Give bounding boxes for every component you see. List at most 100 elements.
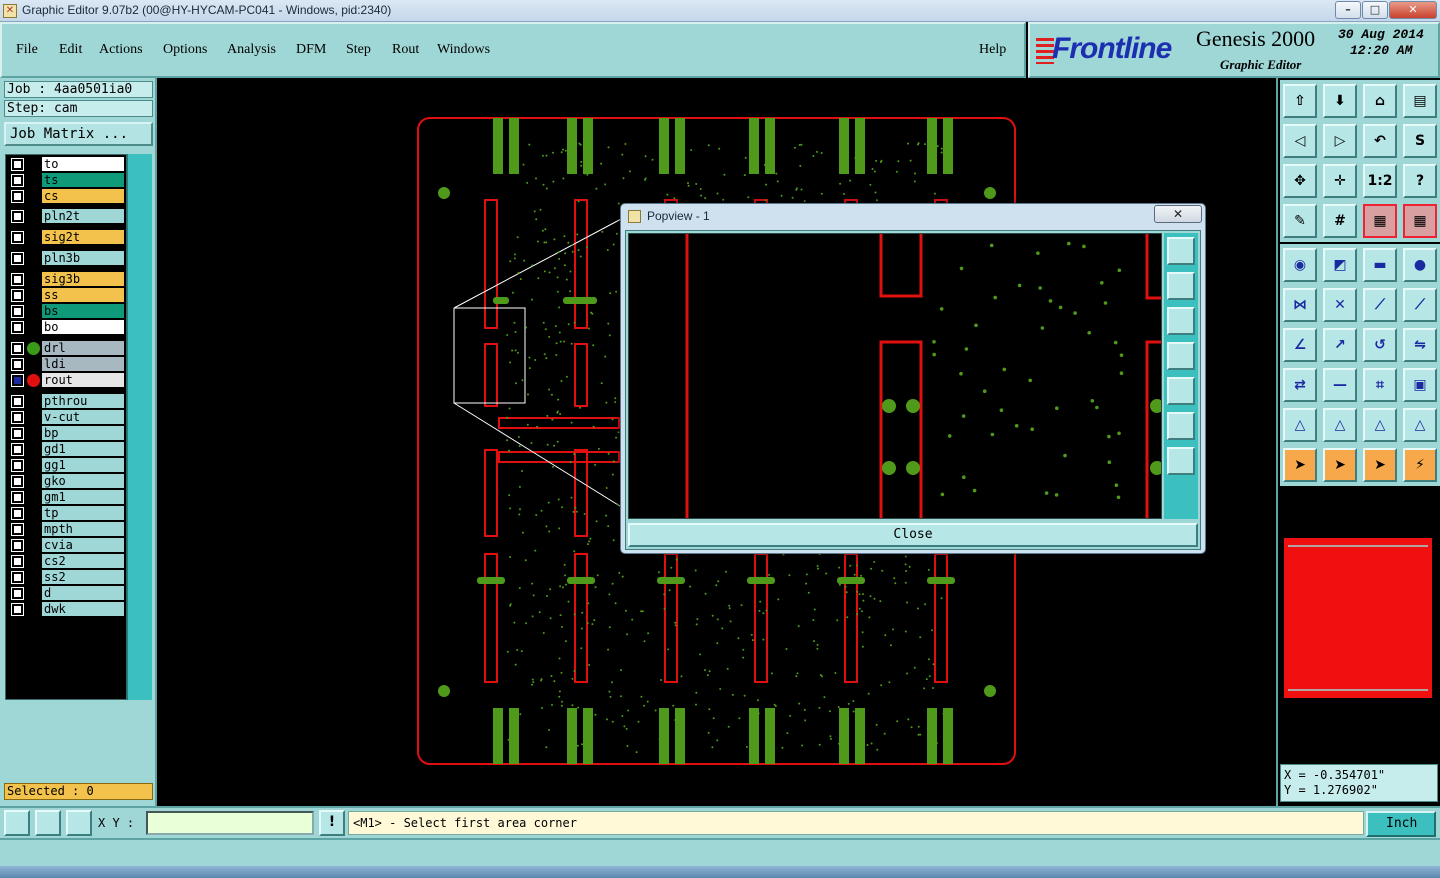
layer-name[interactable]: gg1 — [42, 458, 124, 472]
popview-zoom-icon[interactable] — [1167, 237, 1195, 265]
layer-name[interactable]: rout — [42, 373, 124, 387]
group-icon[interactable]: ▣ — [1403, 368, 1437, 402]
layer-name[interactable]: sig2t — [42, 230, 124, 244]
xy-input[interactable] — [146, 811, 314, 835]
grid-icon[interactable]: # — [1323, 204, 1357, 238]
popview-close-button[interactable]: Close — [628, 523, 1198, 547]
layer-checkbox[interactable] — [12, 290, 23, 301]
tri2-icon[interactable]: △ — [1323, 408, 1357, 442]
layer-checkbox[interactable] — [12, 375, 23, 386]
ruler-icon[interactable]: ▬ — [1363, 248, 1397, 282]
zoom-left-icon[interactable]: ◁ — [1283, 124, 1317, 158]
layer-checkbox[interactable] — [12, 556, 23, 567]
s-curve-icon[interactable]: S — [1403, 124, 1437, 158]
layer-name[interactable]: cvia — [42, 538, 124, 552]
layer-checkbox[interactable] — [12, 191, 23, 202]
tri4-icon[interactable]: △ — [1403, 408, 1437, 442]
layer-name[interactable]: cs2 — [42, 554, 124, 568]
menu-actions[interactable]: Actions — [99, 42, 143, 58]
move-icon[interactable]: ⇄ — [1283, 368, 1317, 402]
layer-checkbox[interactable] — [12, 396, 23, 407]
layer-name[interactable]: v-cut — [42, 410, 124, 424]
layer-name[interactable]: pln3b — [42, 251, 124, 265]
menu-edit[interactable]: Edit — [59, 42, 82, 58]
menu-analysis[interactable]: Analysis — [227, 42, 276, 58]
layer-name[interactable]: bs — [42, 304, 124, 318]
undo-icon[interactable]: ↶ — [1363, 124, 1397, 158]
pan-icon[interactable]: ✛ — [1323, 164, 1357, 198]
close-window-button[interactable]: ✕ — [1389, 1, 1437, 19]
cross-icon[interactable]: ✕ — [1323, 288, 1357, 322]
help-icon[interactable]: ? — [1403, 164, 1437, 198]
menu-windows[interactable]: Windows — [437, 42, 490, 58]
warning-button[interactable]: ! — [319, 810, 345, 836]
minimize-button[interactable]: – — [1335, 1, 1361, 19]
layer-name[interactable]: drl — [42, 341, 124, 355]
layer-checkbox[interactable] — [12, 540, 23, 551]
minus-icon[interactable]: — — [1323, 368, 1357, 402]
layer-checkbox[interactable] — [12, 524, 23, 535]
layer-name[interactable]: bp — [42, 426, 124, 440]
layer-name[interactable]: to — [42, 157, 124, 171]
layer-name[interactable]: tp — [42, 506, 124, 520]
layer-name[interactable]: ss — [42, 288, 124, 302]
menu-rout[interactable]: Rout — [392, 42, 419, 58]
popview-pan-icon[interactable] — [1167, 447, 1195, 475]
menu-dfm[interactable]: DFM — [296, 42, 326, 58]
popview-down-icon[interactable] — [1167, 307, 1195, 335]
layer-checkbox[interactable] — [12, 232, 23, 243]
popview-up-icon[interactable] — [1167, 272, 1195, 300]
popview-right-icon[interactable] — [1167, 377, 1195, 405]
layer-name[interactable]: bo — [42, 320, 124, 334]
scale-icon[interactable]: 1:2 — [1363, 164, 1397, 198]
mirror-icon[interactable]: ⇋ — [1403, 328, 1437, 362]
pen-icon[interactable]: ✎ — [1283, 204, 1317, 238]
layer-checkbox[interactable] — [12, 274, 23, 285]
job-matrix-button[interactable]: Job Matrix ... — [4, 122, 153, 146]
menu-options[interactable]: Options — [163, 42, 207, 58]
fit-icon[interactable]: ✥ — [1283, 164, 1317, 198]
layer-name[interactable]: cs — [42, 189, 124, 203]
units-selector[interactable]: Inch — [1366, 811, 1436, 837]
layer-checkbox[interactable] — [12, 175, 23, 186]
layer-name[interactable]: pln2t — [42, 209, 124, 223]
measure-icon[interactable] — [35, 810, 61, 836]
layer-checkbox[interactable] — [12, 588, 23, 599]
layer-checkbox[interactable] — [12, 508, 23, 519]
select-icon[interactable]: ➤ — [1323, 448, 1357, 482]
pointer-icon[interactable]: ➤ — [1283, 448, 1317, 482]
layer-checkbox[interactable] — [12, 211, 23, 222]
home-icon[interactable]: ⇧ — [1283, 84, 1317, 118]
layer-checkbox[interactable] — [12, 306, 23, 317]
layer-checkbox[interactable] — [12, 428, 23, 439]
zoom-right-icon[interactable]: ▷ — [1323, 124, 1357, 158]
layer-name[interactable]: ss2 — [42, 570, 124, 584]
layer-name[interactable]: gm1 — [42, 490, 124, 504]
overview-map[interactable] — [1280, 538, 1438, 698]
snap-red-icon[interactable]: ▦ — [1403, 204, 1437, 238]
layer-checkbox[interactable] — [12, 253, 23, 264]
popview-canvas[interactable] — [628, 233, 1164, 519]
layer-checkbox[interactable] — [12, 159, 23, 170]
color-icon[interactable]: ◩ — [1323, 248, 1357, 282]
maximize-button[interactable]: □ — [1362, 1, 1388, 19]
house-icon[interactable]: ⌂ — [1363, 84, 1397, 118]
circle-icon[interactable]: ● — [1403, 248, 1437, 282]
layer-name[interactable]: d — [42, 586, 124, 600]
layer-name[interactable]: mpth — [42, 522, 124, 536]
layer-checkbox[interactable] — [12, 412, 23, 423]
angle-icon[interactable]: ∠ — [1283, 328, 1317, 362]
layer-name[interactable]: sig3b — [42, 272, 124, 286]
net-icon[interactable]: ⚡ — [1403, 448, 1437, 482]
array-icon[interactable]: ⌗ — [1363, 368, 1397, 402]
popview-fit-icon[interactable] — [1167, 412, 1195, 440]
circle-select-icon[interactable]: ➤ — [1363, 448, 1397, 482]
tri3-icon[interactable]: △ — [1363, 408, 1397, 442]
layer-checkbox[interactable] — [12, 444, 23, 455]
target-icon[interactable]: ◉ — [1283, 248, 1317, 282]
layer-checkbox[interactable] — [12, 476, 23, 487]
line-icon[interactable]: ⟋ — [1363, 288, 1397, 322]
layout-icon[interactable]: ▤ — [1403, 84, 1437, 118]
layer-name[interactable]: dwk — [42, 602, 124, 616]
line2-icon[interactable]: ⟋ — [1403, 288, 1437, 322]
